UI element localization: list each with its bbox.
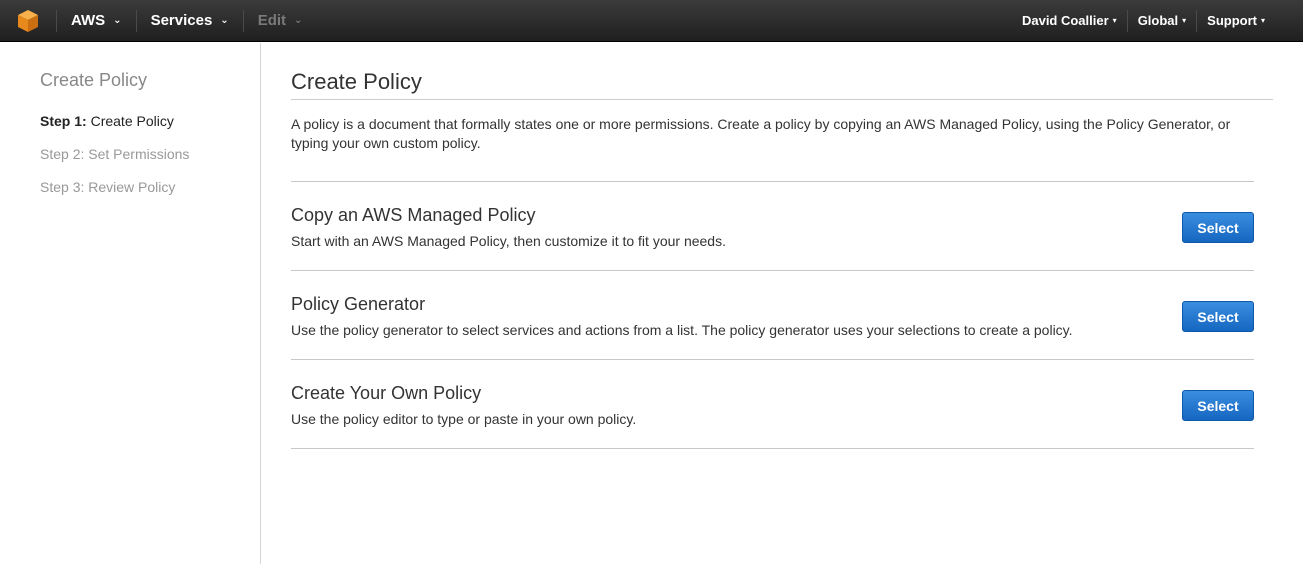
step-review-policy: Step 3: Review Policy [40,179,260,196]
step-number: Step 2: [40,146,85,162]
top-nav-bar: AWS ⌄ Services ⌄ Edit ⌄ David Coallier ▾… [0,0,1303,42]
option-description: Use the policy generator to select servi… [291,322,1073,338]
select-policy-generator-button[interactable]: Select [1182,301,1254,332]
chevron-down-icon: ▾ [1260,16,1265,25]
step-number: Step 3: [40,179,85,195]
chevron-down-icon: ⌄ [113,15,122,26]
option-policy-generator: Policy Generator Use the policy generato… [291,271,1254,360]
region-menu[interactable]: Global ▾ [1128,0,1196,42]
wizard-sidebar: Create Policy Step 1: Create Policy Step… [0,43,261,564]
step-label: Create Policy [90,113,174,129]
step-label: Review Policy [88,179,176,195]
aws-menu[interactable]: AWS ⌄ [57,0,136,42]
step-create-policy: Step 1: Create Policy [40,113,260,130]
user-menu-label: David Coallier [1021,13,1109,28]
option-copy-managed-policy: Copy an AWS Managed Policy Start with an… [291,182,1254,271]
step-set-permissions: Step 2: Set Permissions [40,146,260,163]
step-number: Step 1: [40,113,87,129]
chevron-down-icon: ▾ [1112,16,1117,25]
chevron-down-icon: ⌄ [220,15,229,26]
aws-menu-label: AWS [71,12,106,29]
services-menu[interactable]: Services ⌄ [137,0,243,42]
option-description: Start with an AWS Managed Policy, then c… [291,233,726,249]
services-menu-label: Services [150,12,213,29]
option-description: Use the policy editor to type or paste i… [291,411,637,427]
region-menu-label: Global [1137,13,1179,28]
edit-menu-label: Edit [257,12,287,29]
chevron-down-icon: ⌄ [294,15,303,26]
option-create-own-policy: Create Your Own Policy Use the policy ed… [291,360,1254,449]
select-create-own-policy-button[interactable]: Select [1182,390,1254,421]
user-menu[interactable]: David Coallier ▾ [1012,0,1127,42]
page-title: Create Policy [291,43,1273,100]
select-copy-managed-policy-button[interactable]: Select [1182,212,1254,243]
support-menu-label: Support [1207,13,1257,28]
main-content: Create Policy A policy is a document tha… [291,43,1273,449]
sidebar-title: Create Policy [40,70,148,90]
support-menu[interactable]: Support ▾ [1197,0,1275,42]
chevron-down-icon: ▾ [1182,16,1187,25]
aws-cube-icon[interactable] [0,0,56,42]
option-title: Copy an AWS Managed Policy [291,205,536,225]
option-title: Create Your Own Policy [291,383,482,403]
intro-text: A policy is a document that formally sta… [291,116,1231,151]
option-title: Policy Generator [291,294,426,314]
nav-right-group: David Coallier ▾ Global ▾ Support ▾ [1012,0,1303,42]
edit-menu[interactable]: Edit ⌄ [244,0,317,42]
step-label: Set Permissions [88,146,190,162]
